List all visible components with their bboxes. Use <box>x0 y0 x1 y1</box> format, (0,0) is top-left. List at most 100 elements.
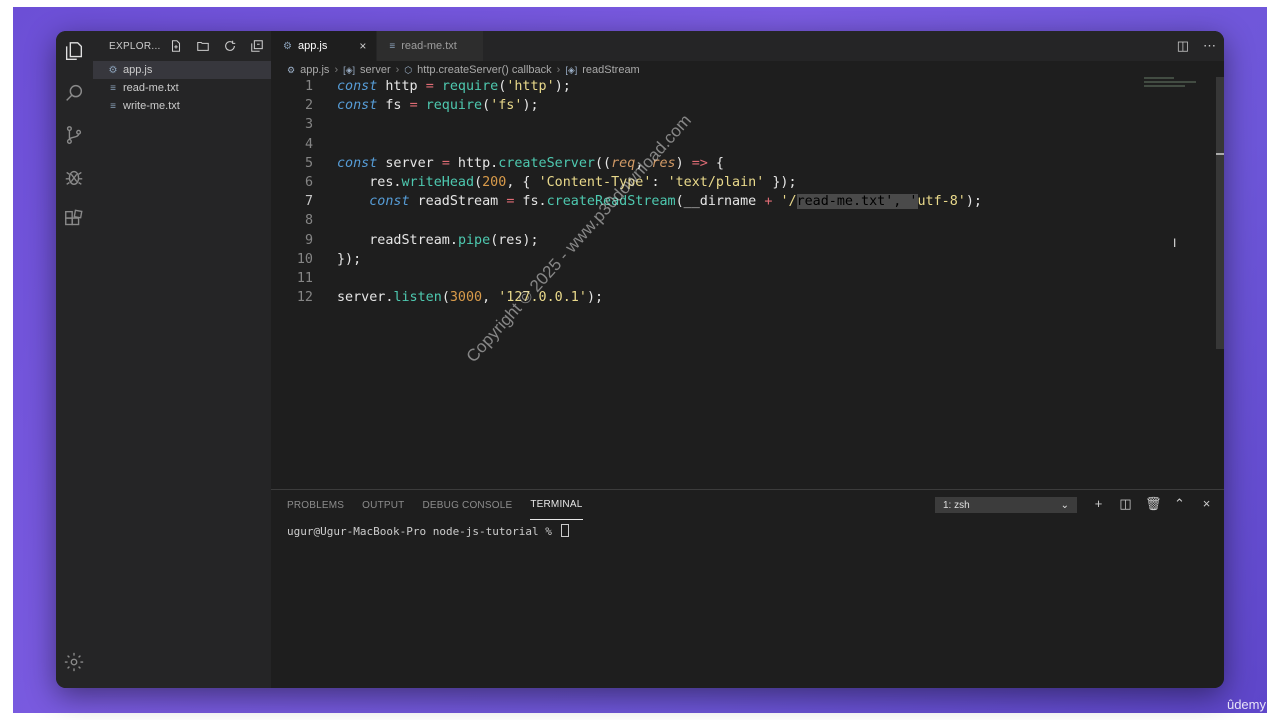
line-number: 9 <box>304 232 313 248</box>
trash-icon[interactable]: 🗑 <box>1145 496 1162 512</box>
line-number: 8 <box>304 213 313 229</box>
code-token: fs. <box>514 194 547 210</box>
code-token: const <box>337 155 378 171</box>
gear-file-icon: ⚙ <box>283 40 292 52</box>
activity-bar <box>56 31 94 688</box>
close-icon[interactable]: × <box>359 39 366 53</box>
more-actions-icon[interactable]: ⋯ <box>1203 38 1216 54</box>
close-icon[interactable]: × <box>1199 496 1214 512</box>
tab-problems[interactable]: PROBLEMS <box>287 490 344 520</box>
settings-gear-icon[interactable] <box>62 650 86 674</box>
file-name: app.js <box>123 64 153 76</box>
explorer-header: EXPLOR... <box>93 31 271 61</box>
code-line[interactable]: 2 const fs = require('fs'); <box>271 96 1191 115</box>
file-name: write-me.txt <box>123 100 180 112</box>
line-number: 12 <box>296 290 313 306</box>
breadcrumb-item[interactable]: server <box>360 64 391 76</box>
code-line[interactable]: 12 server. listen(3000, '127.0.0.1'); <box>271 288 1191 307</box>
new-folder-icon[interactable] <box>195 38 211 54</box>
terminal-shell-select[interactable]: 1: zsh ⌄ <box>935 497 1077 513</box>
split-terminal-icon[interactable]: ◫ <box>1118 496 1133 512</box>
file-item-read-me[interactable]: ≡ read-me.txt <box>93 79 271 97</box>
code-token: readStream. <box>337 232 458 248</box>
search-icon[interactable] <box>62 81 86 105</box>
chevron-down-icon: ⌄ <box>1060 499 1069 511</box>
code-token: ( <box>441 290 450 306</box>
code-token: ) <box>675 155 692 171</box>
refresh-icon[interactable] <box>222 38 238 54</box>
code-token: utf-8' <box>917 194 966 210</box>
code-line[interactable]: 8 <box>271 211 1191 230</box>
code-token: }); <box>764 175 797 191</box>
code-line[interactable]: 7 const readStream = fs. createReadStream… <box>271 192 1191 211</box>
code-line[interactable]: 9 readStream. pipe (res); <box>271 231 1191 250</box>
add-terminal-icon[interactable]: + <box>1091 496 1106 512</box>
code-token: : <box>651 175 668 191</box>
debug-icon[interactable] <box>62 165 86 189</box>
explorer-icon[interactable] <box>62 39 86 63</box>
panel-tabs: PROBLEMS OUTPUT DEBUG CONSOLE TERMINAL 1… <box>271 490 1224 520</box>
chevron-up-icon[interactable]: ⌃ <box>1172 496 1187 512</box>
code-token: fs <box>377 98 410 114</box>
extensions-icon[interactable] <box>62 207 86 231</box>
file-item-app-js[interactable]: ⚙ app.js <box>93 61 271 79</box>
code-editor[interactable]: 1 const http = require('http'); 2 const fs … <box>271 77 1191 307</box>
code-token: res. <box>337 175 402 191</box>
breadcrumb-item[interactable]: app.js <box>300 64 329 76</box>
code-token: const <box>337 194 410 210</box>
editor-scrollbar[interactable] <box>1216 77 1224 349</box>
panel-actions: + ◫ 🗑 ⌃ × <box>1091 496 1214 512</box>
tab-terminal[interactable]: TERMINAL <box>530 491 583 520</box>
code-token: read-me.txt', ' <box>796 194 918 210</box>
line-number: 2 <box>304 98 313 114</box>
code-line[interactable]: 10}); <box>271 250 1191 269</box>
chevron-right-icon: › <box>395 64 400 76</box>
code-token: listen <box>393 290 442 306</box>
tab-read-me[interactable]: ≡ read-me.txt <box>377 31 484 61</box>
code-line[interactable]: 11 <box>271 269 1191 288</box>
text-file-icon: ≡ <box>110 82 116 94</box>
terminal[interactable]: ugur@Ugur-MacBook-Pro node-js-tutorial % <box>271 520 1224 542</box>
tab-app-js[interactable]: ⚙ app.js × <box>271 31 378 61</box>
code-token: const <box>337 98 378 114</box>
line-number: 7 <box>304 194 313 210</box>
editor-area: ⚙ app.js × ≡ read-me.txt ◫ ⋯ ⚙ app.js › … <box>271 31 1224 489</box>
line-number: 11 <box>296 270 313 286</box>
file-name: read-me.txt <box>123 82 179 94</box>
explorer-sidebar: EXPLOR... ⚙ app.js ≡ read-me.txt ≡ write… <box>93 31 271 688</box>
code-token: ); <box>522 98 539 114</box>
minimap[interactable] <box>1144 77 1218 97</box>
code-token: readStream <box>409 194 507 210</box>
breadcrumb-item[interactable]: http.createServer() callback <box>417 64 552 76</box>
variable-icon: [◈] <box>343 64 356 75</box>
gear-file-icon: ⚙ <box>108 64 118 76</box>
split-editor-icon[interactable]: ◫ <box>1177 38 1189 54</box>
terminal-cursor <box>560 524 569 537</box>
tab-debug-console[interactable]: DEBUG CONSOLE <box>422 490 512 520</box>
code-line[interactable]: 4 <box>271 135 1191 154</box>
breadcrumb-item[interactable]: readStream <box>582 64 639 76</box>
code-token: ( <box>482 98 491 114</box>
code-token: = <box>425 79 434 95</box>
file-item-write-me[interactable]: ≡ write-me.txt <box>93 97 271 115</box>
new-file-icon[interactable] <box>168 38 184 54</box>
tab-output[interactable]: OUTPUT <box>362 490 404 520</box>
code-token: => <box>691 155 708 171</box>
code-line[interactable]: 3 <box>271 115 1191 134</box>
code-token: ( <box>498 79 507 95</box>
code-token: server <box>377 155 442 171</box>
line-number: 4 <box>304 136 313 152</box>
source-control-icon[interactable] <box>62 123 86 147</box>
code-token: 'text/plain' <box>667 175 765 191</box>
collapse-all-icon[interactable] <box>249 38 265 54</box>
code-token: }); <box>337 251 362 267</box>
code-line[interactable]: 6 res. writeHead(200, { 'Content-Type': '… <box>271 173 1191 192</box>
code-token: '/ <box>780 194 797 210</box>
chevron-right-icon: › <box>556 64 561 76</box>
code-line[interactable]: 1 const http = require('http'); <box>271 77 1191 96</box>
code-token: ( <box>474 175 483 191</box>
code-token: (( <box>595 155 612 171</box>
text-file-icon: ≡ <box>110 100 116 112</box>
code-line[interactable]: 5 const server = http. createServer((req, … <box>271 154 1191 173</box>
